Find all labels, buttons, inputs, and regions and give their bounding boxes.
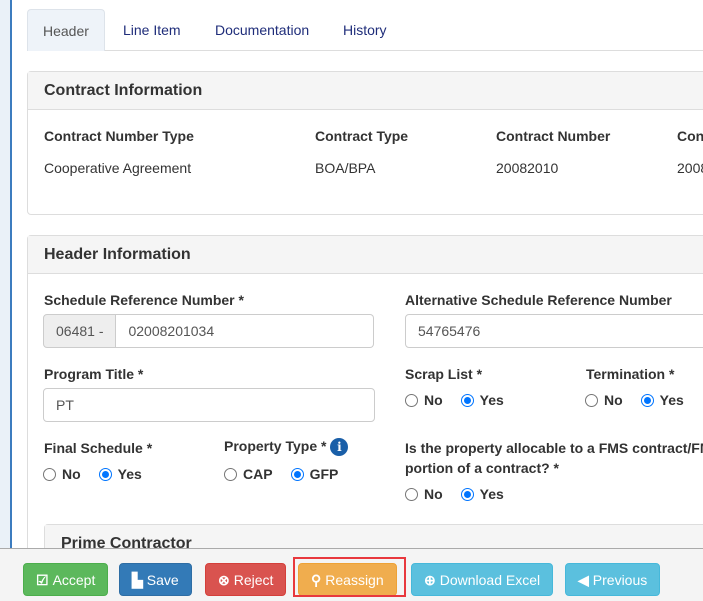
tab-line-item[interactable]: Line Item	[108, 9, 196, 51]
final-schedule-yes-radio[interactable]: Yes	[98, 466, 142, 482]
button-label: Download Excel	[439, 572, 541, 588]
download-excel-button[interactable]: ⊕ Download Excel	[411, 563, 554, 596]
fms-yes-radio[interactable]: Yes	[460, 486, 504, 502]
schedule-ref-input-group: 06481 - 02008201034	[43, 314, 374, 348]
previous-button[interactable]: ◀ Previous	[565, 563, 661, 596]
button-label: Previous	[592, 572, 648, 588]
radio-circle[interactable]	[405, 393, 418, 407]
button-label: Reassign	[325, 572, 384, 588]
panel-title: Contract Information	[28, 72, 703, 110]
radio-label: No	[424, 486, 443, 502]
contract-number-type-value: Cooperative Agreement	[44, 160, 192, 176]
final-schedule-label: Final Schedule *	[44, 440, 153, 456]
termination-yes-radio[interactable]: Yes	[640, 392, 684, 408]
property-type-gfp-radio[interactable]: GFP	[290, 466, 339, 482]
floppy-icon: ▙	[132, 572, 143, 588]
tab-documentation[interactable]: Documentation	[200, 9, 324, 51]
contract-type-value: BOA/BPA	[315, 160, 376, 176]
final-schedule-no-radio[interactable]: No	[43, 466, 81, 482]
final-schedule-radio-group: No Yes	[43, 466, 160, 482]
contract-col4-label: Con	[677, 128, 703, 144]
termination-no-radio[interactable]: No	[585, 392, 623, 408]
radio-label: Yes	[479, 392, 504, 408]
contract-number-type-label: Contract Number Type	[44, 128, 194, 144]
radio-circle[interactable]	[290, 467, 304, 481]
alt-schedule-ref-label: Alternative Schedule Reference Number	[405, 292, 672, 308]
radio-circle[interactable]	[460, 393, 474, 407]
schedule-ref-label: Schedule Reference Number *	[44, 292, 244, 308]
check-square-icon: ☑	[36, 572, 49, 588]
alt-schedule-ref-input[interactable]: 54765476	[405, 314, 703, 348]
tab-header[interactable]: Header	[27, 9, 105, 51]
save-button[interactable]: ▙ Save	[119, 563, 192, 596]
contract-number-value: 20082010	[496, 160, 559, 176]
download-circle-icon: ⊕	[424, 572, 436, 588]
accept-button[interactable]: ☑ Accept	[23, 563, 109, 596]
tab-history[interactable]: History	[328, 9, 402, 51]
button-label: Accept	[52, 572, 96, 588]
scrap-list-radio-group: No Yes	[405, 392, 522, 408]
button-label: Save	[146, 572, 179, 588]
left-rail	[0, 0, 12, 548]
panel-title: Header Information	[28, 236, 703, 274]
fms-radio-group: No Yes	[405, 486, 522, 502]
program-title-label: Program Title *	[44, 366, 144, 382]
program-title-input[interactable]: PT	[43, 388, 375, 422]
radio-label: CAP	[243, 466, 273, 482]
radio-label: GFP	[309, 466, 339, 482]
radio-circle[interactable]	[640, 393, 654, 407]
search-icon: ⚲	[311, 572, 322, 588]
arrow-left-circle-icon: ◀	[578, 572, 589, 588]
scrap-list-yes-radio[interactable]: Yes	[460, 392, 504, 408]
scrap-list-no-radio[interactable]: No	[405, 392, 443, 408]
property-type-cap-radio[interactable]: CAP	[224, 466, 273, 482]
radio-label: Yes	[117, 466, 142, 482]
radio-circle[interactable]	[585, 393, 598, 407]
info-icon[interactable]: i	[330, 438, 349, 457]
schedule-ref-input[interactable]: 02008201034	[116, 314, 374, 348]
contract-col4-value: 2008	[677, 160, 703, 176]
contract-information-panel: Contract Information Contract Number Typ…	[27, 71, 703, 215]
button-label: Reject	[233, 572, 274, 588]
radio-circle[interactable]	[224, 467, 237, 481]
reassign-button[interactable]: ⚲ Reassign	[298, 563, 397, 596]
scrap-list-label: Scrap List *	[405, 366, 483, 382]
fms-label-line1: Is the property allocable to a FMS contr…	[405, 440, 703, 456]
action-bar: ☑ Accept ▙ Save ⊗ Reject ⚲ Reassign ⊕ Downloa…	[0, 548, 703, 601]
reject-button[interactable]: ⊗ Reject	[205, 563, 287, 596]
times-circle-icon: ⊗	[218, 572, 230, 588]
fms-label-line2: portion of a contract? *	[405, 460, 559, 476]
schedule-ref-prefix: 06481 -	[43, 314, 117, 348]
contract-type-label: Contract Type	[315, 128, 409, 144]
termination-label: Termination *	[586, 366, 675, 382]
tab-bar: Header Line Item Documentation History	[27, 0, 703, 51]
radio-circle[interactable]	[98, 467, 112, 481]
radio-circle[interactable]	[405, 487, 418, 501]
radio-label: No	[62, 466, 81, 482]
property-type-radio-group: CAP GFP	[224, 466, 356, 482]
radio-label: No	[604, 392, 623, 408]
radio-label: Yes	[479, 486, 504, 502]
fms-no-radio[interactable]: No	[405, 486, 443, 502]
radio-circle[interactable]	[43, 467, 56, 481]
radio-label: No	[424, 392, 443, 408]
contract-number-label: Contract Number	[496, 128, 611, 144]
radio-circle[interactable]	[460, 487, 474, 501]
property-type-label: Property Type *	[224, 438, 327, 454]
property-type-label-wrap: Property Type * i	[224, 438, 349, 457]
radio-label: Yes	[659, 392, 684, 408]
termination-radio-group: No Yes	[585, 392, 702, 408]
